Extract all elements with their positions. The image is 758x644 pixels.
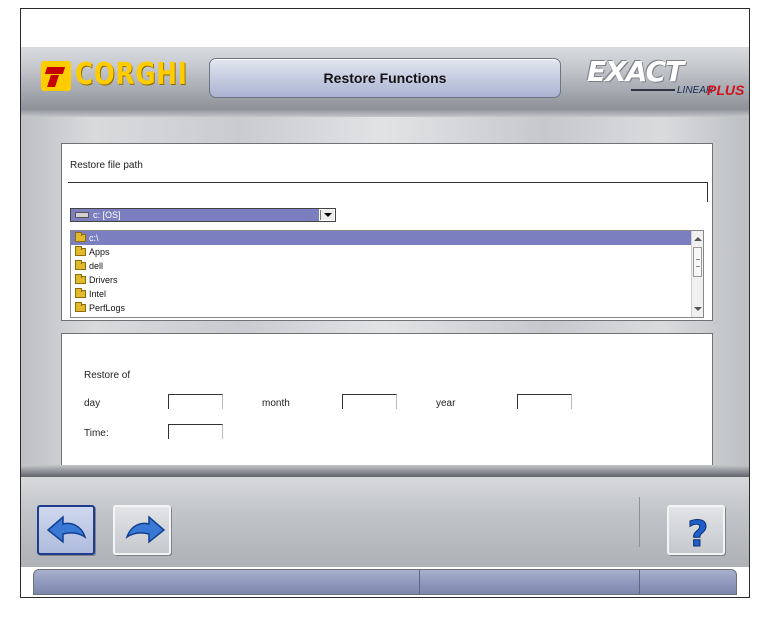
directory-list[interactable]: c:\ Apps dell Drivers Intel PerfLogs (70, 230, 704, 318)
status-cell (420, 570, 640, 594)
svg-text:?: ? (688, 514, 709, 551)
day-label: day (84, 398, 101, 409)
directory-scrollbar[interactable] (691, 231, 703, 317)
time-field[interactable] (168, 424, 223, 439)
app-window: CORGHI Restore Functions EXACT LINEAR PL… (20, 8, 750, 598)
month-field[interactable] (342, 394, 397, 409)
restore-file-path-label: Restore file path (70, 160, 143, 171)
drive-label: c: [OS] (93, 210, 121, 220)
drive-select[interactable]: c: [OS] (70, 208, 336, 222)
back-button[interactable] (37, 505, 95, 555)
help-button[interactable]: ? (667, 505, 725, 555)
page-title: Restore Functions (323, 70, 447, 86)
directory-label: Apps (89, 247, 110, 257)
brand-logo-text: CORGHI (75, 57, 188, 92)
scroll-up-icon[interactable] (694, 237, 702, 241)
list-item[interactable]: c:\ (71, 231, 703, 245)
folder-icon (75, 302, 86, 312)
list-item[interactable]: PerfLogs (71, 301, 703, 315)
header-bar: CORGHI Restore Functions EXACT LINEAR PL… (21, 47, 749, 109)
list-item[interactable]: Apps (71, 245, 703, 259)
day-field[interactable] (168, 394, 223, 409)
directory-label: Intel (89, 289, 107, 299)
year-field[interactable] (517, 394, 572, 409)
forward-button[interactable] (113, 505, 171, 555)
forward-arrow-icon (125, 515, 166, 544)
main-content: Restore file path c: [OS] c:\ Apps dell … (21, 109, 749, 477)
directory-label: c:\ (89, 233, 99, 243)
list-item[interactable]: Intel (71, 287, 703, 301)
back-arrow-icon (46, 515, 87, 544)
restore-of-label: Restore of (84, 370, 131, 381)
restore-file-path-field[interactable] (68, 182, 708, 202)
directory-label: dell (89, 261, 104, 271)
exact-linear-plus-logo: EXACT LINEAR PLUS (587, 55, 747, 103)
folder-icon (75, 246, 86, 256)
month-label: month (262, 398, 290, 409)
restore-file-panel: Restore file path c: [OS] c:\ Apps dell … (61, 143, 713, 321)
corghi-logo-icon (41, 61, 71, 91)
status-cell (34, 570, 420, 594)
folder-icon (75, 274, 86, 284)
question-mark-icon: ? (687, 514, 709, 552)
restore-date-panel: Restore of day month year Time: (61, 333, 713, 467)
exact-logo-word: EXACT (587, 55, 684, 88)
title-plate: Restore Functions (209, 58, 561, 98)
drive-selected-value: c: [OS] (71, 209, 319, 221)
directory-label: Drivers (89, 275, 118, 285)
directory-label: PerfLogs (89, 303, 126, 313)
folder-icon (75, 232, 86, 242)
list-item[interactable]: dell (71, 259, 703, 273)
toolbar: ? (21, 477, 749, 567)
scrollbar-thumb[interactable] (693, 247, 702, 277)
folder-icon (75, 288, 86, 298)
chevron-down-icon[interactable] (320, 210, 334, 220)
plus-logo-word: PLUS (707, 82, 745, 98)
folder-icon (75, 260, 86, 270)
year-label: year (436, 398, 456, 409)
scroll-down-icon[interactable] (694, 307, 702, 311)
status-bar (33, 569, 737, 595)
time-label: Time: (84, 428, 109, 439)
status-cell (640, 570, 736, 594)
logo-underline (631, 89, 675, 91)
list-item[interactable]: Drivers (71, 273, 703, 287)
drive-icon (75, 212, 89, 218)
